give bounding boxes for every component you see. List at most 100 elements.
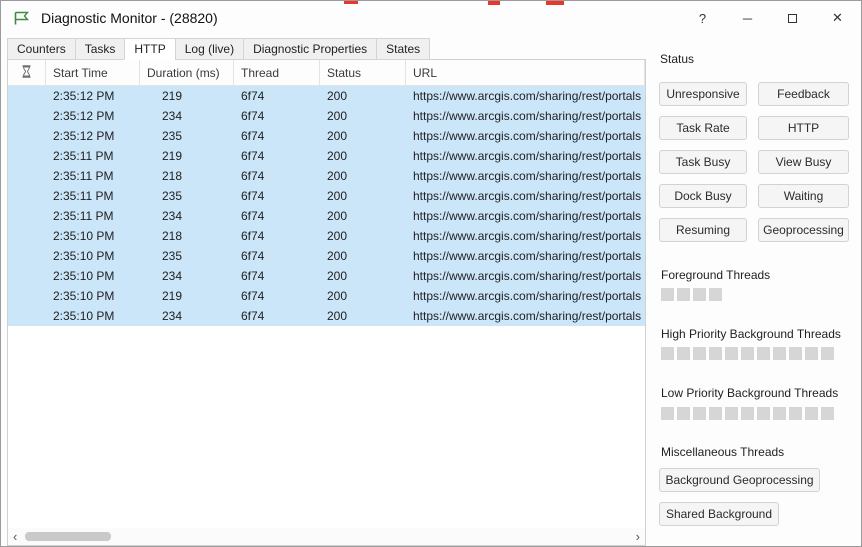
table-row[interactable]: 2:35:10 PM 218 6f74 200 https://www.arcgis.c… — [8, 226, 645, 246]
cell-duration: 235 — [162, 189, 183, 203]
cell-status: 200 — [327, 189, 348, 203]
table-row[interactable]: 2:35:11 PM 235 6f74 200 https://www.arcgis.c… — [8, 186, 645, 206]
cell-thread: 6f74 — [241, 129, 265, 143]
status-button-waiting[interactable]: Waiting — [758, 184, 849, 208]
timer-column-header[interactable] — [8, 60, 46, 85]
cell-url: https://www.arcgis.com/sharing/rest/port… — [413, 209, 642, 223]
column-header-duration-ms[interactable]: Duration (ms) — [140, 60, 234, 85]
cell-status: 200 — [327, 169, 348, 183]
status-button-task-busy[interactable]: Task Busy — [659, 150, 747, 174]
minimize-button[interactable]: ─ — [725, 1, 770, 35]
cell-start-time: 2:35:10 PM — [53, 309, 115, 323]
low-squares — [661, 407, 834, 420]
close-button[interactable]: ✕ — [815, 1, 860, 35]
table-row[interactable]: 2:35:10 PM 235 6f74 200 https://www.arcgis.c… — [8, 246, 645, 266]
scroll-left-icon[interactable]: ‹ — [13, 529, 17, 544]
high-priority-threads-label: High Priority Background Threads — [661, 327, 841, 341]
table-row[interactable]: 2:35:10 PM 219 6f74 200 https://www.arcgis.c… — [8, 286, 645, 306]
window-title: Diagnostic Monitor - (28820) — [41, 10, 218, 26]
cell-thread: 6f74 — [241, 309, 265, 323]
table-row[interactable]: 2:35:10 PM 234 6f74 200 https://www.arcgis.c… — [8, 266, 645, 286]
column-header-url[interactable]: URL — [406, 60, 645, 85]
cell-icon — [8, 166, 46, 186]
thread-indicator — [741, 407, 754, 420]
horizontal-scrollbar[interactable]: ‹ › — [8, 528, 645, 545]
window-controls: ? ─ ✕ — [680, 1, 860, 35]
cell-start-time: 2:35:11 PM — [53, 209, 114, 223]
thread-indicator — [725, 407, 738, 420]
tab-tasks[interactable]: Tasks — [74, 38, 125, 60]
tab-bar: Counters Tasks HTTP Log (live) Diagnostic Pr… — [7, 38, 431, 60]
thread-indicator — [725, 347, 738, 360]
status-button-http[interactable]: HTTP — [758, 116, 849, 140]
table-row[interactable]: 2:35:11 PM 218 6f74 200 https://www.arcgis.c… — [8, 166, 645, 186]
column-header-status[interactable]: Status — [320, 60, 406, 85]
cell-thread: 6f74 — [241, 249, 265, 263]
cell-url: https://www.arcgis.com/sharing/rest/port… — [413, 269, 642, 283]
scroll-right-icon[interactable]: › — [636, 529, 640, 544]
cell-duration: 235 — [162, 129, 183, 143]
foreground-squares — [661, 288, 722, 301]
status-button-task-rate[interactable]: Task Rate — [659, 116, 747, 140]
table-row[interactable]: 2:35:12 PM 235 6f74 200 https://www.arcgis.c… — [8, 126, 645, 146]
cell-start-time: 2:35:12 PM — [53, 89, 115, 103]
thread-indicator — [757, 347, 770, 360]
cell-status: 200 — [327, 289, 348, 303]
hourglass-icon — [21, 64, 32, 81]
help-button[interactable]: ? — [680, 1, 725, 35]
cell-start-time: 2:35:10 PM — [53, 269, 115, 283]
cell-thread: 6f74 — [241, 149, 265, 163]
scrollbar-thumb[interactable] — [25, 532, 111, 541]
cell-duration: 219 — [162, 89, 183, 103]
cell-duration: 234 — [162, 209, 183, 223]
tab-counters[interactable]: Counters — [7, 38, 75, 60]
table-row[interactable]: 2:35:11 PM 219 6f74 200 https://www.arcgis.c… — [8, 146, 645, 166]
close-icon: ✕ — [832, 10, 843, 25]
status-button-unresponsive[interactable]: Unresponsive — [659, 82, 747, 106]
shared-background-button[interactable]: Shared Background — [659, 502, 779, 526]
status-button-geoprocessing[interactable]: Geoprocessing — [758, 218, 849, 242]
diagnostic-monitor-window: Diagnostic Monitor - (28820) ? ─ ✕ Count… — [0, 0, 862, 547]
cell-icon — [8, 246, 46, 266]
table-header: Start Time Duration (ms) Thread Status URL — [8, 60, 645, 86]
column-header-start-time[interactable]: Start Time — [46, 60, 140, 85]
thread-indicator — [805, 407, 818, 420]
tab-http[interactable]: HTTP — [124, 38, 175, 60]
thread-indicator — [693, 288, 706, 301]
status-button-view-busy[interactable]: View Busy — [758, 150, 849, 174]
cell-duration: 219 — [162, 149, 183, 163]
cell-icon — [8, 206, 46, 226]
status-button-resuming[interactable]: Resuming — [659, 218, 747, 242]
cell-url: https://www.arcgis.com/sharing/rest/port… — [413, 249, 642, 263]
cell-start-time: 2:35:12 PM — [53, 109, 115, 123]
background-geoprocessing-button[interactable]: Background Geoprocessing — [659, 468, 820, 492]
cell-thread: 6f74 — [241, 269, 265, 283]
tab-states[interactable]: States — [376, 38, 431, 60]
tab-log-live[interactable]: Log (live) — [174, 38, 244, 60]
thread-indicator — [661, 288, 674, 301]
table-row[interactable]: 2:35:11 PM 234 6f74 200 https://www.arcgis.c… — [8, 206, 645, 226]
thread-indicator — [773, 407, 786, 420]
cell-status: 200 — [327, 249, 348, 263]
column-header-thread[interactable]: Thread — [234, 60, 320, 85]
thread-indicator — [821, 407, 834, 420]
cell-start-time: 2:35:11 PM — [53, 169, 114, 183]
thread-indicator — [709, 347, 722, 360]
status-button-feedback[interactable]: Feedback — [758, 82, 849, 106]
help-icon: ? — [698, 10, 707, 26]
table-row[interactable]: 2:35:10 PM 234 6f74 200 https://www.arcgis.c… — [8, 306, 645, 326]
http-requests-table: Start Time Duration (ms) Thread Status URL 2… — [7, 59, 646, 546]
thread-indicator — [789, 407, 802, 420]
table-row[interactable]: 2:35:12 PM 234 6f74 200 https://www.arcgis.c… — [8, 106, 645, 126]
status-section-label: Status — [660, 52, 695, 66]
maximize-button[interactable] — [770, 1, 815, 35]
cell-thread: 6f74 — [241, 109, 265, 123]
cell-icon — [8, 86, 46, 106]
low-priority-threads-label: Low Priority Background Threads — [661, 386, 839, 400]
status-button-dock-busy[interactable]: Dock Busy — [659, 184, 747, 208]
tab-diagnostic-properties[interactable]: Diagnostic Properties — [243, 38, 377, 60]
cell-url: https://www.arcgis.com/sharing/rest/port… — [413, 229, 642, 243]
table-row[interactable]: 2:35:12 PM 219 6f74 200 https://www.arcgis.c… — [8, 86, 645, 106]
thread-indicator — [805, 347, 818, 360]
cell-start-time: 2:35:10 PM — [53, 289, 115, 303]
